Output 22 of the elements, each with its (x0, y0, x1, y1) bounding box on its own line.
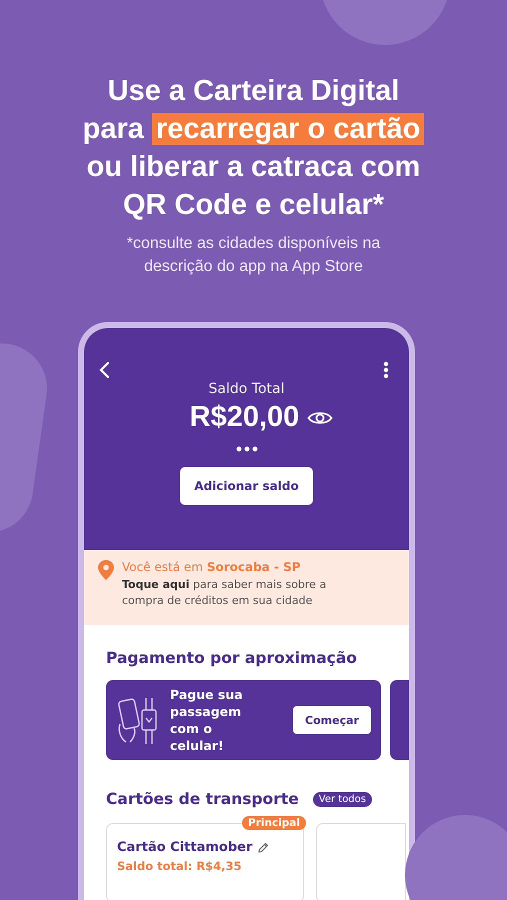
see-all-button[interactable]: Ver todos (312, 792, 372, 806)
start-button[interactable]: Começar (293, 706, 371, 734)
principal-badge: Principal (242, 816, 306, 830)
location-title: Você está em Sorocaba - SP (122, 560, 302, 574)
more-icon[interactable] (383, 361, 389, 379)
location-banner[interactable]: Você está em Sorocaba - SP Toque aqui para saber mais sobre a compra de créditos em sua cidade (84, 550, 409, 625)
section-title: Cartões de transporte (106, 790, 299, 808)
pager-dots-icon (236, 446, 258, 452)
balance-label: Saldo Total (208, 381, 284, 397)
location-pin-icon (98, 560, 114, 580)
back-icon[interactable] (98, 361, 112, 379)
subtitle: *consulte as cidades disponíveis na descrição do app na App Store (126, 234, 382, 277)
add-balance-button[interactable]: Adicionar saldo (180, 467, 313, 505)
card-name: Cartão Cittamober (117, 840, 252, 855)
location-info: Toque aqui para saber mais sobre a compra de créditos em sua cidade (122, 577, 328, 609)
payment-text: Pague sua passagem com o celular! (170, 686, 244, 754)
card-balance: Saldo total: R$4,35 (117, 859, 243, 873)
balance-amount: R$20,00 (190, 401, 300, 434)
eye-icon[interactable] (307, 410, 334, 426)
pencil-icon[interactable] (257, 842, 270, 854)
headline: Use a Carteira Digital para recarregar o cartão ou liberar a catraca com QR Code e celular* (0, 0, 507, 224)
section-title: Pagamento por aproximação (106, 649, 358, 667)
